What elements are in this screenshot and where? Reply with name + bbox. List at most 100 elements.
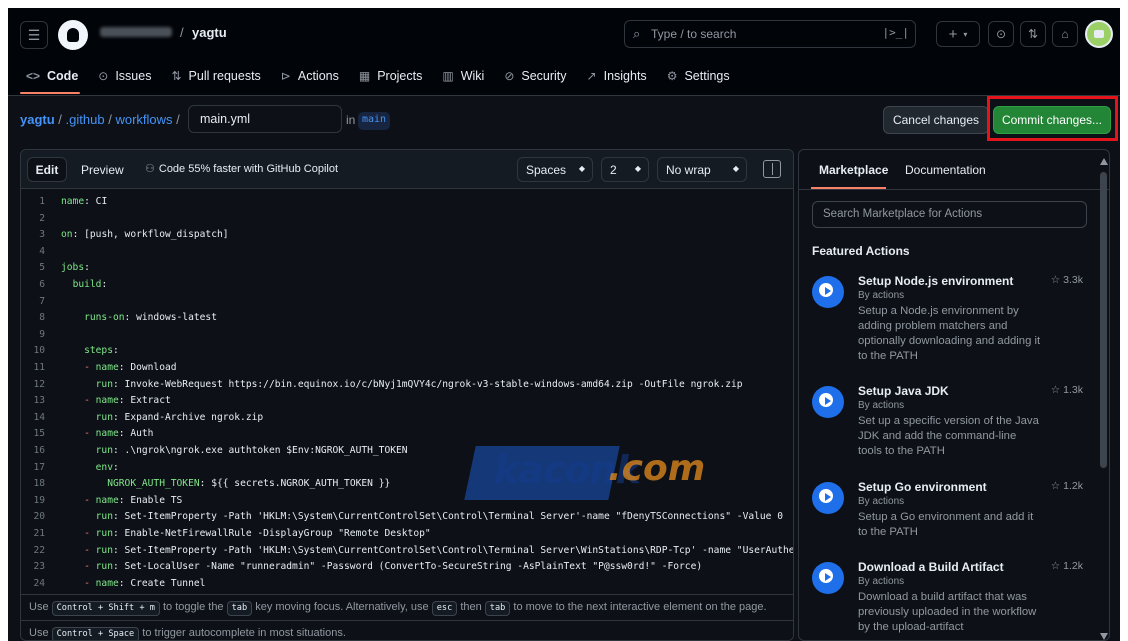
keyboard-hint-autocomplete: Use Control + Space to trigger autocompl… xyxy=(21,620,793,640)
pr-icon: ⇅ xyxy=(171,69,182,83)
owner-name-blurred[interactable] xyxy=(100,27,172,37)
indent-mode-select[interactable]: Spaces ◆ xyxy=(517,157,593,182)
action-title[interactable]: Download a Build Artifact xyxy=(858,560,1004,574)
table-icon: ▦ xyxy=(358,69,371,83)
featured-action-item[interactable]: Setup Node.js environment By actions Setup… xyxy=(812,274,1097,370)
wrap-mode-select[interactable]: No wrap ◆ xyxy=(657,157,747,182)
action-title[interactable]: Setup Go environment xyxy=(858,480,987,494)
action-play-icon xyxy=(812,562,844,594)
action-description: Download a build artifact that was previ… xyxy=(858,591,1037,633)
breadcrumb-github-link[interactable]: .github xyxy=(66,112,105,127)
action-play-icon xyxy=(812,276,844,308)
action-play-icon xyxy=(812,386,844,418)
line-number: 20 xyxy=(33,511,45,523)
breadcrumb-repo-link[interactable]: yagtu xyxy=(20,112,55,127)
select-caret-icon: ◆ xyxy=(634,164,641,173)
tab-insights[interactable]: ↗ Insights xyxy=(587,66,647,86)
code-line: 1 name: CI xyxy=(21,194,793,211)
inbox-icon[interactable]: ⌂ xyxy=(1052,21,1078,47)
filename-input[interactable]: main.yml xyxy=(188,105,342,133)
code-line: 16 run: .\ngrok\ngrok.exe authtoken $Env… xyxy=(21,443,793,460)
code-line: 21 - run: Enable-NetFirewallRule -Displa… xyxy=(21,526,793,543)
tab-actions[interactable]: ⊳ Actions xyxy=(281,66,339,86)
breadcrumb-separator: / xyxy=(180,25,184,40)
featured-action-item[interactable]: Setup Java JDK By actions Set up a specifi… xyxy=(812,384,1097,480)
star-icon: ☆ xyxy=(1050,560,1064,572)
scroll-down-icon[interactable] xyxy=(1100,633,1108,640)
line-text: build: xyxy=(72,279,108,290)
split-view-icon[interactable] xyxy=(763,160,781,178)
line-number: 14 xyxy=(33,411,45,423)
breadcrumb-workflows-link[interactable]: workflows xyxy=(115,112,172,127)
panel-scrollbar[interactable] xyxy=(1099,158,1108,640)
graph-icon: ↗ xyxy=(586,69,597,83)
code-line: 20 run: Set-ItemProperty -Path 'HKLM:\Sy… xyxy=(21,509,793,526)
tab-documentation[interactable]: Documentation xyxy=(905,163,986,177)
line-number: 7 xyxy=(39,295,45,307)
code-line: 15 - name: Auth xyxy=(21,426,793,443)
book-icon: ▥ xyxy=(442,69,454,83)
action-stars: ☆ 1.3k xyxy=(1050,384,1083,396)
repo-nav-tabs: <> Code ⊙ Issues ⇅ Pull requests ⊳ Actions ▦… xyxy=(26,66,750,86)
featured-actions-heading: Featured Actions xyxy=(812,244,910,258)
marketplace-search-input[interactable]: Search Marketplace for Actions xyxy=(812,201,1087,228)
line-number: 22 xyxy=(33,544,45,556)
repo-name-link[interactable]: yagtu xyxy=(192,25,227,40)
featured-action-item[interactable]: Download a Build Artifact By actions Downl… xyxy=(812,560,1097,640)
commit-changes-button[interactable]: Commit changes... xyxy=(993,106,1111,134)
tab-security[interactable]: ⊘ Security xyxy=(504,66,566,86)
top-header: ☰ / yagtu ⌕ Type / to search |>_| + ▾ ⊙ ⇅… xyxy=(8,8,1120,96)
indent-size-select[interactable]: 2 ◆ xyxy=(601,157,649,182)
action-stars: ☆ 3.3k xyxy=(1050,274,1083,286)
line-text: steps: xyxy=(84,345,119,357)
play-icon: ⊳ xyxy=(280,69,291,83)
line-text: - run: Set-LocalUser -Name "runneradmin"… xyxy=(61,561,703,573)
search-placeholder: Type / to search xyxy=(651,27,737,41)
command-palette-icon[interactable]: |>_| xyxy=(883,26,910,39)
scroll-up-icon[interactable] xyxy=(1100,158,1108,165)
line-number: 1 xyxy=(39,196,45,207)
preview-tab[interactable]: Preview xyxy=(81,163,124,177)
line-number: 3 xyxy=(39,229,45,241)
line-text: run: .\ngrok\ngrok.exe authtoken $Env:NG… xyxy=(95,445,408,456)
tab-marketplace[interactable]: Marketplace xyxy=(819,163,888,177)
edit-tab[interactable]: Edit xyxy=(27,157,67,182)
line-number: 8 xyxy=(39,312,45,324)
line-text: on: [push, workflow_dispatch] xyxy=(61,229,229,241)
action-author: By actions xyxy=(858,290,905,301)
hamburger-icon[interactable]: ☰ xyxy=(20,21,48,49)
code-icon: <> xyxy=(26,69,41,83)
pull-requests-icon[interactable]: ⇅ xyxy=(1020,21,1046,47)
tab-issues[interactable]: ⊙ Issues xyxy=(98,66,151,86)
line-number: 5 xyxy=(39,262,45,274)
action-title[interactable]: Setup Java JDK xyxy=(858,384,949,398)
tab-projects[interactable]: ▦ Projects xyxy=(359,66,423,86)
tab-wiki[interactable]: ▥ Wiki xyxy=(442,66,484,86)
gear-icon: ⚙ xyxy=(666,69,678,83)
copilot-promo[interactable]: ⚇ Code 55% faster with GitHub Copilot xyxy=(145,162,338,175)
action-title[interactable]: Setup Node.js environment xyxy=(858,274,1013,288)
shield-icon: ⊘ xyxy=(504,69,515,83)
cancel-changes-button[interactable]: Cancel changes xyxy=(883,106,989,134)
github-logo[interactable] xyxy=(58,20,88,50)
issue-icon: ⊙ xyxy=(98,69,109,83)
tab-code[interactable]: <> Code xyxy=(26,66,78,86)
editor-toolbar: Edit Preview ⚇ Code 55% faster with GitHu… xyxy=(21,150,793,189)
tab-pull-requests[interactable]: ⇅ Pull requests xyxy=(171,66,260,86)
search-input[interactable]: ⌕ Type / to search |>_| xyxy=(624,20,916,48)
action-author: By actions xyxy=(858,400,905,411)
code-line: 10 steps: xyxy=(21,343,793,360)
tab-settings[interactable]: ⚙ Settings xyxy=(667,66,730,86)
line-text: - name: Download xyxy=(61,362,177,373)
line-number: 13 xyxy=(33,395,45,407)
code-area[interactable]: 1 name: CI 2 3 on: [push, workflow_dispatch]… xyxy=(21,190,793,594)
in-branch-label: in xyxy=(346,113,356,127)
avatar[interactable] xyxy=(1085,20,1113,48)
active-tab-indicator xyxy=(20,92,80,94)
scrollbar-thumb[interactable] xyxy=(1100,172,1107,468)
plus-dropdown-button[interactable]: + ▾ xyxy=(936,21,980,47)
branch-badge: main xyxy=(358,112,391,130)
active-side-tab-indicator xyxy=(811,187,886,189)
side-tabs: Marketplace Documentation xyxy=(799,150,1109,190)
issues-icon[interactable]: ⊙ xyxy=(988,21,1014,47)
